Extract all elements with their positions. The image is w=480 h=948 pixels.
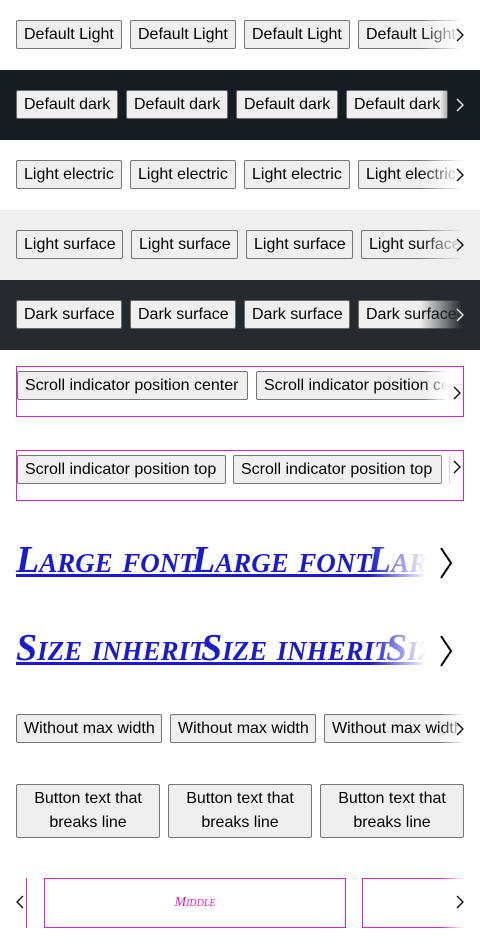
- row-middle: Middle: [0, 866, 480, 942]
- chevron-right-icon[interactable]: [450, 892, 470, 912]
- middle-label: Middle: [174, 895, 216, 910]
- light-surface-button[interactable]: Light surface: [16, 230, 123, 259]
- row-default-dark: Default dark Default dark Default dark D…: [0, 70, 480, 140]
- default-dark-button[interactable]: Default dark: [126, 90, 228, 119]
- size-inherit-link[interactable]: Size inherit: [201, 626, 391, 670]
- without-max-width-button[interactable]: Without max width: [170, 714, 316, 743]
- dark-surface-button[interactable]: Dark surface: [130, 300, 236, 329]
- row-large-font: Large font Large font Large font: [0, 530, 480, 596]
- light-electric-button[interactable]: Light electric: [130, 160, 236, 189]
- large-font-link[interactable]: Large font: [16, 538, 196, 582]
- chevron-right-icon[interactable]: [450, 719, 470, 739]
- row-size-inherit: Size inherit Size inherit Size inherit: [0, 618, 480, 684]
- default-light-button[interactable]: Default Light: [130, 20, 236, 49]
- chevron-right-icon[interactable]: [449, 457, 463, 477]
- chevron-right-icon[interactable]: [436, 544, 456, 582]
- middle-item[interactable]: Middle: [44, 878, 346, 928]
- light-surface-button[interactable]: Light surface: [131, 230, 238, 259]
- light-electric-button[interactable]: Light electric: [16, 160, 122, 189]
- prev-item-edge: [26, 878, 27, 928]
- chevron-right-icon[interactable]: [450, 25, 470, 45]
- default-dark-button[interactable]: Default dark: [236, 90, 338, 119]
- chevron-right-icon[interactable]: [449, 383, 463, 403]
- default-dark-button[interactable]: Default dark: [346, 90, 448, 119]
- large-font-link[interactable]: Large font: [192, 538, 372, 582]
- row-dark-surface: Dark surface Dark surface Dark surface D…: [0, 280, 480, 350]
- row-without-max-width: Without max width Without max width With…: [0, 700, 480, 758]
- breaks-line-button[interactable]: Button text that breaks line: [320, 784, 464, 838]
- chevron-right-icon[interactable]: [450, 235, 470, 255]
- default-dark-button[interactable]: Default dark: [16, 90, 118, 119]
- size-inherit-link[interactable]: Size inherit: [16, 626, 206, 670]
- breaks-line-button[interactable]: Button text that breaks line: [168, 784, 312, 838]
- chevron-right-icon[interactable]: [450, 305, 470, 325]
- light-surface-button[interactable]: Light surface: [246, 230, 353, 259]
- chevron-right-icon[interactable]: [450, 165, 470, 185]
- light-electric-button[interactable]: Light electric: [244, 160, 350, 189]
- breaks-line-button[interactable]: Button text that breaks line: [16, 784, 160, 838]
- row-light-surface: Light surface Light surface Light surfac…: [0, 210, 480, 280]
- chevron-right-icon[interactable]: [436, 632, 456, 670]
- dark-surface-button[interactable]: Dark surface: [16, 300, 122, 329]
- default-light-button[interactable]: Default Light: [16, 20, 122, 49]
- row-light-electric: Light electric Light electric Light elec…: [0, 140, 480, 210]
- position-center-button[interactable]: Scroll indicator position center: [17, 371, 248, 400]
- default-light-button[interactable]: Default Light: [244, 20, 350, 49]
- chevron-right-icon[interactable]: [450, 95, 470, 115]
- position-top-button[interactable]: Scroll indicator position top: [17, 455, 226, 484]
- chevron-left-icon[interactable]: [10, 892, 30, 912]
- without-max-width-button[interactable]: Without max width: [16, 714, 162, 743]
- position-top-button[interactable]: Scroll indicator position top: [233, 455, 442, 484]
- scroller-position-top: Scroll indicator position top Scroll ind…: [16, 450, 464, 501]
- scroller-position-center: Scroll indicator position center Scroll …: [16, 366, 464, 417]
- row-default-light: Default Light Default Light Default Ligh…: [0, 0, 480, 70]
- dark-surface-button[interactable]: Dark surface: [244, 300, 350, 329]
- row-breaks-line: Button text that breaks line Button text…: [0, 770, 480, 850]
